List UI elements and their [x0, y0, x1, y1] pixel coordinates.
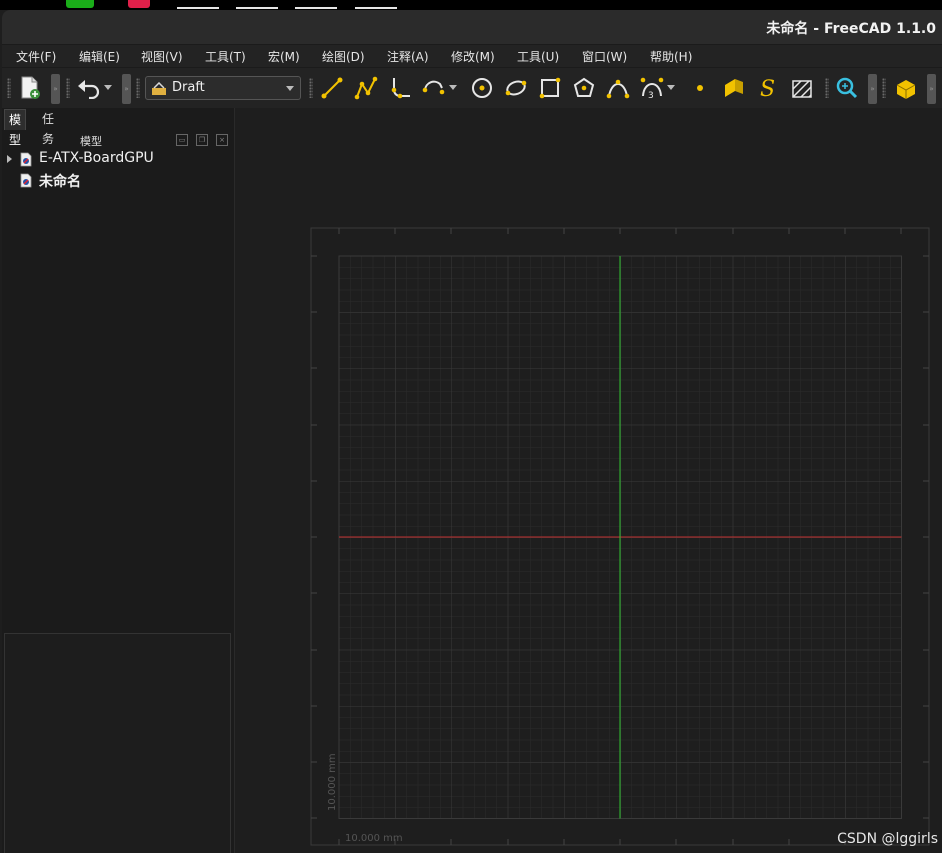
circle-icon[interactable]	[468, 74, 496, 102]
3d-view[interactable]: 10.000 mm 10.000 mm CSDN @lggirls	[235, 108, 942, 853]
taskbar-app-wechat[interactable]	[66, 0, 94, 8]
polygon-icon[interactable]	[570, 74, 598, 102]
new-document-icon[interactable]	[16, 74, 44, 102]
collapse-icon[interactable]: ▭	[176, 134, 188, 146]
menu-file[interactable]: 文件(F)	[16, 48, 56, 65]
combo-view-panel: 模型 任务 模型 ▭ ❐ × E-ATX-BoardGPU 未命名	[2, 108, 234, 853]
main-toolbar: » » Draft 3 S » »	[2, 68, 942, 109]
rectangle-icon[interactable]	[536, 74, 564, 102]
fillet-icon[interactable]	[386, 74, 414, 102]
menu-window[interactable]: 窗口(W)	[582, 48, 627, 65]
title-bar[interactable]: 未命名 - FreeCAD 1.1.0	[2, 10, 942, 44]
arc-icon[interactable]	[420, 74, 448, 102]
workbench-selector[interactable]: Draft	[145, 76, 301, 100]
y-scale-label: 10.000 mm	[327, 753, 338, 811]
property-view[interactable]	[4, 633, 231, 853]
system-taskbar	[0, 0, 942, 10]
toolbar-grip[interactable]	[66, 78, 70, 98]
freecad-window: 未命名 - FreeCAD 1.1.0 文件(F) 编辑(E) 视图(V) 工具…	[2, 10, 942, 853]
toolbar-grip[interactable]	[7, 78, 11, 98]
watermark: CSDN @lggirls	[837, 831, 938, 847]
taskbar-app-notepad[interactable]	[236, 7, 278, 9]
bezier-dropdown-arrow-icon[interactable]	[664, 74, 678, 102]
document-icon	[20, 173, 32, 192]
toolbar-grip[interactable]	[309, 78, 313, 98]
undo-dropdown-arrow-icon[interactable]	[101, 74, 115, 102]
taskbar-app-freecad[interactable]	[355, 7, 397, 9]
menu-modify[interactable]: 修改(M)	[451, 48, 495, 65]
menu-macro[interactable]: 宏(M)	[268, 48, 300, 65]
window-title: 未命名 - FreeCAD 1.1.0	[766, 21, 936, 37]
bspline-icon[interactable]	[604, 74, 632, 102]
taskbar-app-chrome[interactable]	[295, 7, 337, 9]
tab-tasks[interactable]: 任务	[38, 109, 58, 146]
toolbar-extension-button[interactable]: »	[51, 74, 60, 104]
line-icon[interactable]	[318, 74, 346, 102]
hatch-icon[interactable]	[788, 74, 816, 102]
menu-bar: 文件(F) 编辑(E) 视图(V) 工具(T) 宏(M) 绘图(D) 注释(A)…	[2, 45, 942, 67]
chevron-down-icon	[286, 86, 294, 91]
menu-tools[interactable]: 工具(T)	[205, 48, 246, 65]
tab-model[interactable]: 模型	[4, 109, 27, 147]
menu-help[interactable]: 帮助(H)	[650, 48, 692, 65]
float-icon[interactable]: ❐	[196, 134, 208, 146]
toolbar-extension-button[interactable]: »	[868, 74, 877, 104]
menu-drawing[interactable]: 绘图(D)	[322, 48, 365, 65]
taskbar-app-word[interactable]	[177, 7, 219, 9]
menu-annotation[interactable]: 注释(A)	[387, 48, 429, 65]
bezier-icon[interactable]: 3	[638, 74, 666, 102]
workbench-label: Draft	[172, 80, 205, 95]
tree-header-label: 模型	[80, 135, 102, 148]
document-icon	[20, 152, 32, 171]
tree-header: 模型 ▭ ❐ ×	[2, 132, 234, 148]
menu-utilities[interactable]: 工具(U)	[517, 48, 559, 65]
toolbar-extension-button[interactable]: »	[122, 74, 131, 104]
toolbar-grip[interactable]	[882, 78, 886, 98]
polyline-icon[interactable]	[352, 74, 380, 102]
tree-item-label: 未命名	[39, 174, 81, 190]
close-icon[interactable]: ×	[216, 134, 228, 146]
toolbar-grip[interactable]	[825, 78, 829, 98]
x-scale-label: 10.000 mm	[345, 833, 403, 844]
point-icon[interactable]	[686, 74, 714, 102]
menu-view[interactable]: 视图(V)	[141, 48, 183, 65]
svg-text:3: 3	[648, 91, 654, 100]
tree-item-label: E-ATX-BoardGPU	[39, 150, 154, 166]
part-icon[interactable]	[892, 74, 920, 102]
shapestring-icon[interactable]: S	[754, 74, 782, 102]
ellipse-icon[interactable]	[502, 74, 530, 102]
toolbar-grip[interactable]	[136, 78, 140, 98]
arc-dropdown-arrow-icon[interactable]	[446, 74, 460, 102]
draft-grid-view[interactable]: 10.000 mm 10.000 mm	[235, 108, 942, 853]
tree-item-document[interactable]: 未命名	[2, 170, 232, 190]
expand-arrow-icon[interactable]	[7, 155, 12, 163]
zoom-icon[interactable]	[833, 74, 861, 102]
menu-edit[interactable]: 编辑(E)	[79, 48, 120, 65]
taskbar-app-netease[interactable]	[128, 0, 150, 8]
svg-text:S: S	[760, 77, 775, 100]
facebinder-icon[interactable]	[720, 74, 748, 102]
undo-icon[interactable]	[75, 74, 103, 102]
tree-item-document[interactable]: E-ATX-BoardGPU	[2, 149, 232, 169]
toolbar-extension-button[interactable]: »	[927, 74, 936, 104]
draft-workbench-icon	[151, 81, 167, 100]
